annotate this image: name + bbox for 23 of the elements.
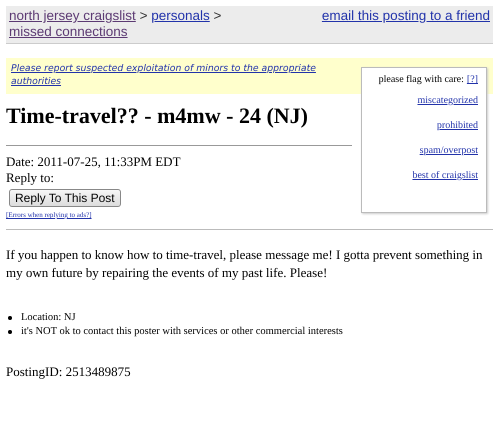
flag-link[interactable]: miscategorized	[370, 95, 478, 106]
post-body: If you happen to know how to time-travel, please message me! I gotta prevent something in my own future by repairing the events of my past life. Please!	[6, 246, 484, 282]
help-link[interactable]: [?]	[466, 74, 478, 85]
bullet-text: Location: NJ	[21, 311, 76, 325]
posting-id: PostingID: 2513489875	[6, 364, 132, 380]
email-link[interactable]: email this posting to a friend	[322, 8, 490, 24]
breadcrumb-link[interactable]: personals	[151, 8, 210, 23]
post-date: Date: 2011-07-25, 11:33PM EDT	[6, 154, 182, 170]
breadcrumb-link[interactable]: missed connections	[9, 24, 128, 39]
bullet-icon	[8, 316, 12, 320]
reply-label: Reply to:	[6, 170, 56, 186]
breadcrumb-link[interactable]: north jersey craigslist	[9, 8, 136, 23]
post-title: Time-travel?? - m4mw - 24 (NJ)	[6, 103, 310, 129]
bullet-icon	[8, 330, 12, 334]
breadcrumb-separator: >	[214, 8, 222, 23]
bullet-text: it's NOT ok to contact this poster with services or other commercial interests	[21, 325, 343, 339]
warning-link[interactable]: Please report suspected exploitation of minors to the appropriate authorities	[11, 62, 341, 88]
breadcrumb-separator: >	[140, 8, 148, 23]
flag-link[interactable]: spam/overpost	[370, 145, 478, 156]
reply-button[interactable]: Reply To This Post	[9, 189, 121, 207]
flag-heading: please flag with care:	[378, 74, 464, 85]
flag-link[interactable]: best of craigslist	[370, 170, 478, 181]
flag-link[interactable]: prohibited	[370, 120, 478, 131]
